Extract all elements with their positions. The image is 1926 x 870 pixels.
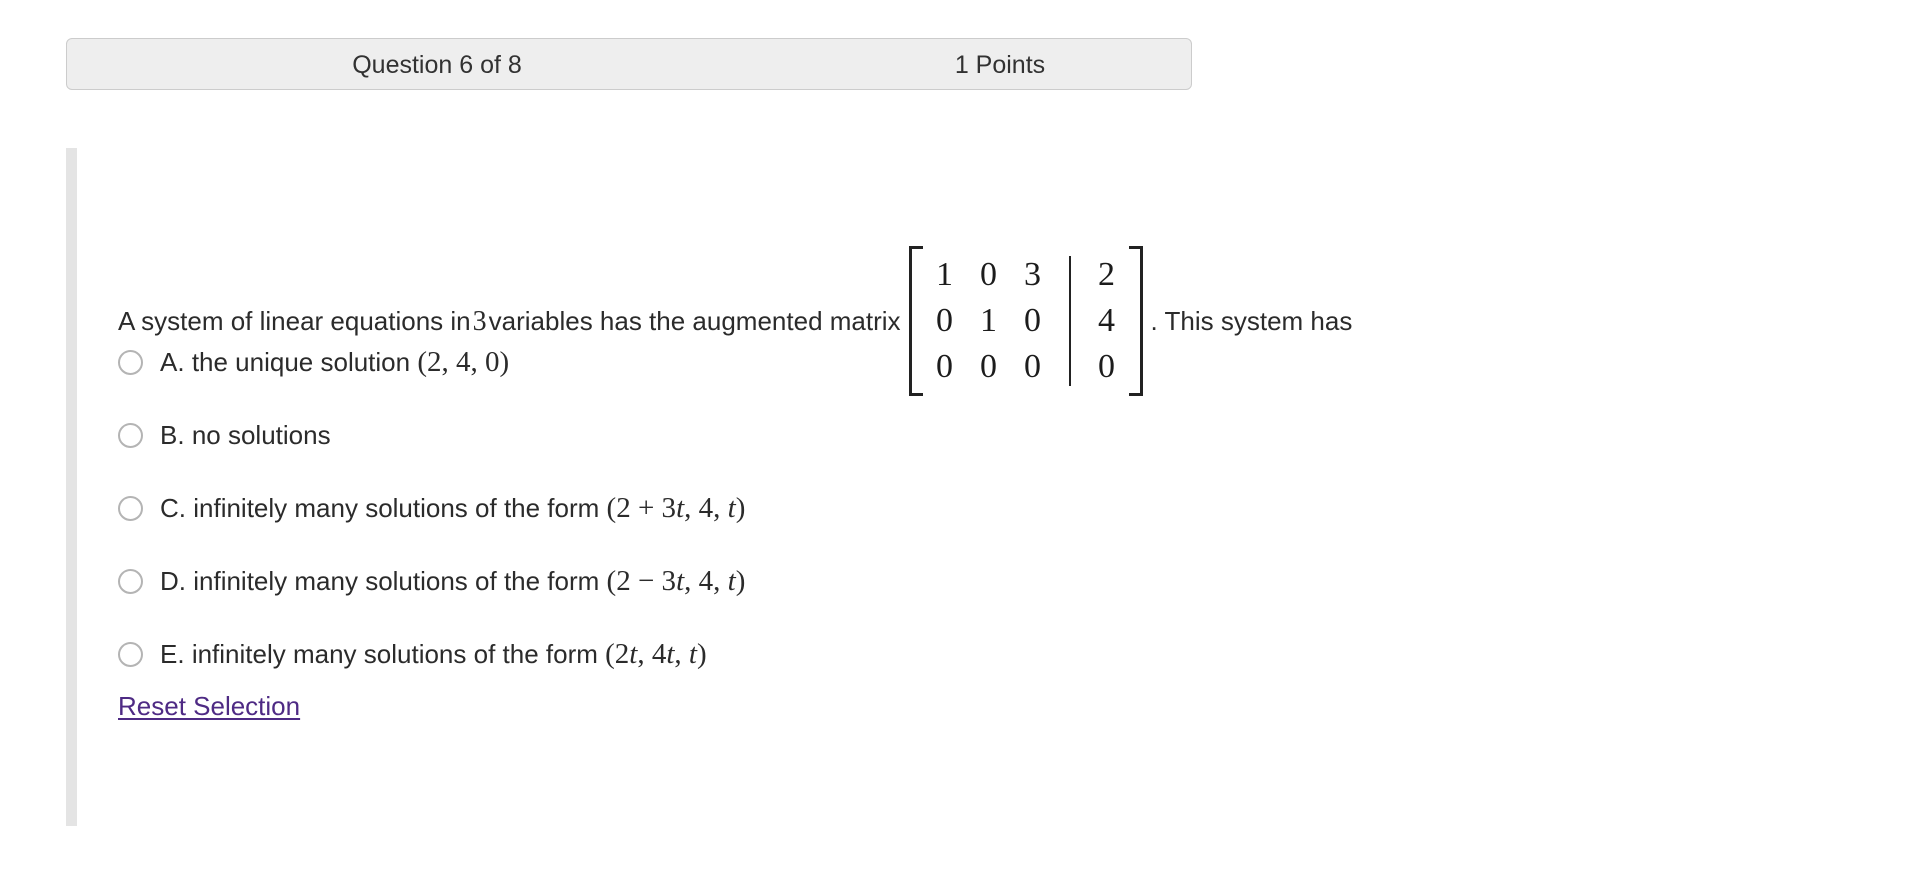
matrix-cell-r1c2: 0 (980, 256, 998, 293)
option-math-e: (2t, 4t, t) (605, 638, 707, 670)
option-letter-b: B. (160, 420, 185, 450)
option-math-a: (2, 4, 0) (417, 346, 510, 378)
option-row-e[interactable]: E. infinitely many solutions of the form… (118, 630, 1718, 679)
question-header-bar: Question 6 of 8 1 Points (66, 38, 1192, 90)
radio-button-c[interactable] (118, 496, 143, 521)
prompt-text-middle: variables has the augmented matrix (488, 305, 901, 336)
prompt-text-before: A system of linear equations in (118, 305, 471, 336)
answer-options-list: A. the unique solution (2, 4, 0) B. no s… (118, 338, 1718, 703)
radio-button-b[interactable] (118, 423, 143, 448)
option-row-b[interactable]: B. no solutions (118, 411, 1718, 460)
radio-button-e[interactable] (118, 642, 143, 667)
prompt-text-after: . This system has (1150, 305, 1353, 336)
option-row-d[interactable]: D. infinitely many solutions of the form… (118, 557, 1718, 606)
radio-button-a[interactable] (118, 350, 143, 375)
option-math-c: (2 + 3t, 4, t) (606, 492, 746, 524)
matrix-cell-r1c3: 3 (1024, 256, 1042, 293)
option-row-c[interactable]: C. infinitely many solutions of the form… (118, 484, 1718, 533)
option-math-d: (2 − 3t, 4, t) (606, 565, 746, 597)
matrix-cell-r1c1: 1 (936, 256, 954, 293)
option-label-b: B. no solutions (160, 419, 331, 452)
option-text-b: no solutions (191, 420, 331, 450)
option-letter-a: A. (160, 347, 185, 377)
option-letter-d: D. (160, 566, 186, 596)
option-text-e: infinitely many solutions of the form (191, 639, 598, 669)
option-letter-e: E. (160, 639, 185, 669)
option-text-a: the unique solution (191, 347, 411, 377)
question-points: 1 Points (954, 51, 1046, 79)
option-label-e: E. infinitely many solutions of the form… (160, 638, 707, 671)
option-row-a[interactable]: A. the unique solution (2, 4, 0) (118, 338, 1718, 387)
option-text-c: infinitely many solutions of the form (193, 493, 600, 523)
prompt-variable-count: 3 (472, 305, 487, 337)
reset-selection-link[interactable]: Reset Selection (118, 691, 300, 722)
option-label-c: C. infinitely many solutions of the form… (160, 492, 745, 525)
option-label-d: D. infinitely many solutions of the form… (160, 565, 745, 598)
question-counter: Question 6 of 8 (352, 51, 522, 79)
option-text-d: infinitely many solutions of the form (193, 566, 600, 596)
radio-button-d[interactable] (118, 569, 143, 594)
question-left-rail (66, 148, 77, 826)
option-label-a: A. the unique solution (2, 4, 0) (160, 346, 509, 379)
option-letter-c: C. (160, 493, 186, 523)
matrix-cell-r1c4: 2 (1098, 256, 1116, 293)
